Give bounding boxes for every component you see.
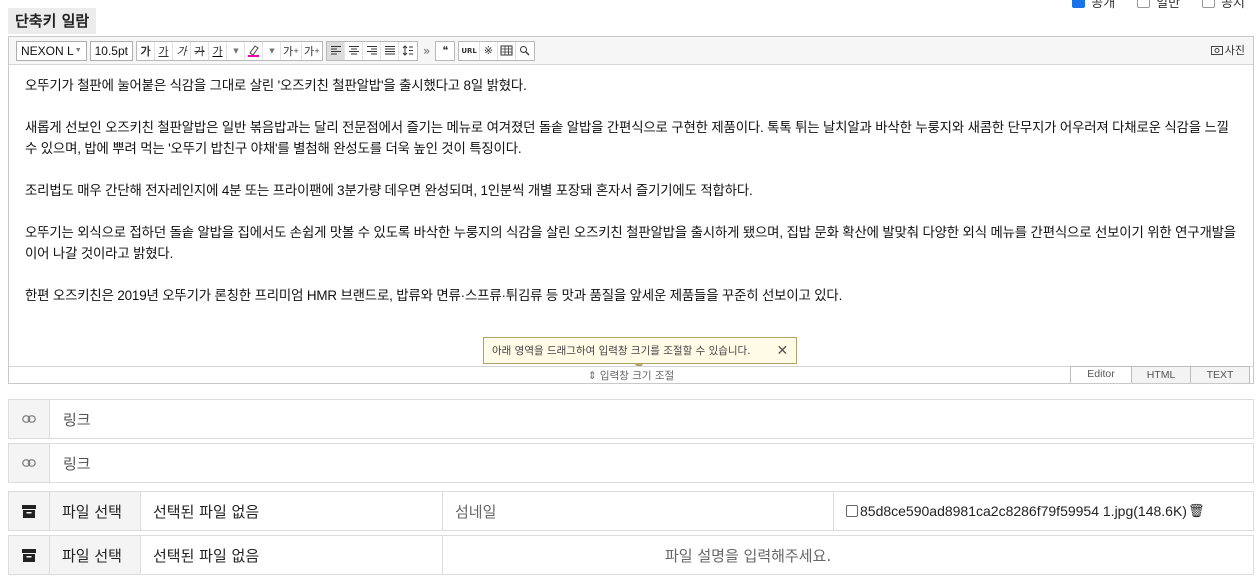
link-icon (9, 444, 50, 482)
tab-editor[interactable]: Editor (1070, 366, 1132, 383)
file-row-1: 파일 선택 선택된 파일 없음 섬네일 85d8ce590ad8981ca2c8… (8, 491, 1254, 531)
alignment-group (326, 40, 418, 61)
notice-label: 공지 (1221, 0, 1245, 11)
align-right-button[interactable] (363, 41, 381, 60)
photo-button[interactable]: 사진 (1210, 42, 1245, 58)
resize-label: ⇕ 입력창 크기 조절 (587, 369, 675, 382)
superscript-button[interactable]: 가 + (281, 41, 302, 60)
tooltip-text: 아래 영역을 드래그하여 입력창 크기를 조절할 수 있습니다. (492, 345, 751, 357)
editor-toolbar: NEXON L ▼ 10.5pt 가 가 가 가 가 ▼ ▼ 가 + 가 + »… (9, 37, 1253, 65)
file-select-button[interactable]: 파일 선택 (50, 536, 141, 574)
attached-file-name: 85d8ce590ad8981ca2c8286f79f59954 1.jpg(1… (860, 503, 1187, 519)
delete-file-checkbox[interactable] (846, 505, 858, 517)
notice-check[interactable]: 공지 (1202, 0, 1245, 11)
public-check[interactable]: 공개 (1072, 0, 1115, 11)
bold-button[interactable]: 가 (137, 41, 155, 60)
chevron-down-icon: ▼ (74, 47, 82, 54)
insert-group: URL ※ (458, 40, 535, 61)
editor-content[interactable]: 오뚜기가 철판에 눌어붙은 식감을 그대로 살린 '오즈키친 철판알밥'을 출시… (9, 65, 1253, 306)
align-justify-icon (384, 46, 395, 55)
link-row-2: 링크 (8, 443, 1254, 483)
quote-group: ❝ (435, 40, 456, 61)
font-size-select[interactable]: 10.5pt (89, 40, 133, 61)
content-paragraph: 오뚜기는 외식으로 접하던 돌솥 알밥을 집에서도 손쉽게 맛볼 수 있도록 바… (25, 225, 1236, 261)
highlighter-icon (248, 45, 259, 57)
text-style-group: 가 가 가 가 가 ▼ ▼ 가 + 가 + (136, 40, 323, 61)
trash-icon[interactable]: 🗑 (1188, 503, 1205, 519)
table-button[interactable] (498, 41, 516, 60)
highlight-dropdown[interactable]: ▼ (263, 41, 281, 60)
special-char-button[interactable]: ※ (480, 41, 498, 60)
attached-file: 85d8ce590ad8981ca2c8286f79f59954 1.jpg(1… (833, 492, 1253, 530)
normal-check[interactable]: 일반 (1137, 0, 1180, 11)
notice-checkbox[interactable] (1202, 0, 1216, 8)
blockquote-button[interactable]: ❝ (436, 42, 454, 60)
search-icon (520, 46, 530, 56)
rich-text-editor: NEXON L ▼ 10.5pt 가 가 가 가 가 ▼ ▼ 가 + 가 + »… (8, 36, 1254, 384)
resize-tooltip: 아래 영역을 드래그하여 입력창 크기를 조절할 수 있습니다. ✕ (483, 337, 798, 369)
align-center-button[interactable] (345, 41, 363, 60)
strikethrough-button[interactable]: 가 (191, 41, 209, 60)
visibility-options: 공개 일반 공지 (1072, 0, 1245, 11)
archive-icon (9, 536, 50, 574)
link-row-1: 링크 (8, 399, 1254, 439)
normal-checkbox[interactable] (1137, 0, 1151, 8)
chevron-down-icon: ▼ (233, 46, 239, 55)
subscript-button[interactable]: 가 + (302, 42, 322, 60)
content-paragraph: 조리법도 매우 간단해 전자레인지에 4분 또는 프라이팬에 3분가량 데우면 … (25, 183, 753, 198)
more-tools-button[interactable]: » (423, 44, 430, 58)
align-right-icon (366, 46, 377, 55)
close-icon[interactable]: ✕ (777, 343, 789, 359)
font-color-dropdown[interactable]: ▼ (227, 41, 245, 60)
font-color-button[interactable]: 가 (209, 41, 227, 60)
file-description-input[interactable]: 섬네일 (443, 492, 833, 530)
content-paragraph: 오뚜기가 철판에 눌어붙은 식감을 그대로 살린 '오즈키친 철판알밥'을 출시… (25, 78, 527, 93)
font-family-select[interactable]: NEXON L ▼ (16, 40, 87, 61)
file-status: 선택된 파일 없음 (141, 492, 443, 530)
table-icon (500, 45, 513, 56)
public-label: 공개 (1091, 0, 1116, 11)
underline-button[interactable]: 가 (155, 41, 173, 60)
font-family-value: NEXON L (21, 43, 74, 58)
align-justify-button[interactable] (381, 41, 399, 60)
content-paragraph: 한편 오즈키친은 2019년 오뚜기가 론칭한 프리미엄 HMR 브랜드로, 밥… (25, 288, 843, 303)
align-left-icon (330, 46, 341, 55)
shortcut-list-button[interactable]: 단축키 일람 (8, 8, 97, 34)
line-height-button[interactable] (399, 42, 417, 60)
align-center-icon (348, 46, 359, 55)
url-button[interactable]: URL (459, 41, 480, 60)
photo-label: 사진 (1224, 44, 1245, 57)
content-paragraph: 새롭게 선보인 오즈키친 철판알밥은 일반 볶음밥과는 달리 전문점에서 즐기는… (25, 120, 1229, 156)
tab-text[interactable]: TEXT (1190, 366, 1250, 383)
link-input-1[interactable]: 링크 (50, 400, 1253, 438)
superscript-label: 가 (283, 44, 294, 58)
line-height-icon (402, 45, 413, 56)
find-button[interactable] (516, 42, 534, 60)
tab-html[interactable]: HTML (1131, 366, 1191, 383)
public-checkbox[interactable] (1072, 0, 1086, 8)
align-left-button[interactable] (327, 41, 345, 60)
link-icon (9, 400, 50, 438)
italic-button[interactable]: 가 (173, 41, 191, 60)
file-status: 선택된 파일 없음 (141, 536, 443, 574)
file-select-button[interactable]: 파일 선택 (50, 492, 141, 530)
resize-handle[interactable]: ⇕ 입력창 크기 조절 Editor HTML TEXT (9, 366, 1253, 383)
highlight-button[interactable] (245, 41, 263, 60)
normal-label: 일반 (1156, 0, 1181, 11)
asterisk-icon: ※ (483, 44, 493, 57)
link-input-2[interactable]: 링크 (50, 444, 1253, 482)
camera-icon (1210, 46, 1223, 55)
archive-icon (9, 492, 50, 530)
editor-mode-tabs: Editor HTML TEXT (1070, 366, 1250, 383)
font-size-value: 10.5pt (94, 43, 128, 58)
subscript-label: 가 (304, 44, 315, 58)
file-description-input[interactable]: 파일 설명을 입력해주세요. (443, 536, 1253, 574)
chevron-down-icon: ▼ (269, 46, 275, 55)
file-row-2: 파일 선택 선택된 파일 없음 파일 설명을 입력해주세요. (8, 535, 1254, 575)
